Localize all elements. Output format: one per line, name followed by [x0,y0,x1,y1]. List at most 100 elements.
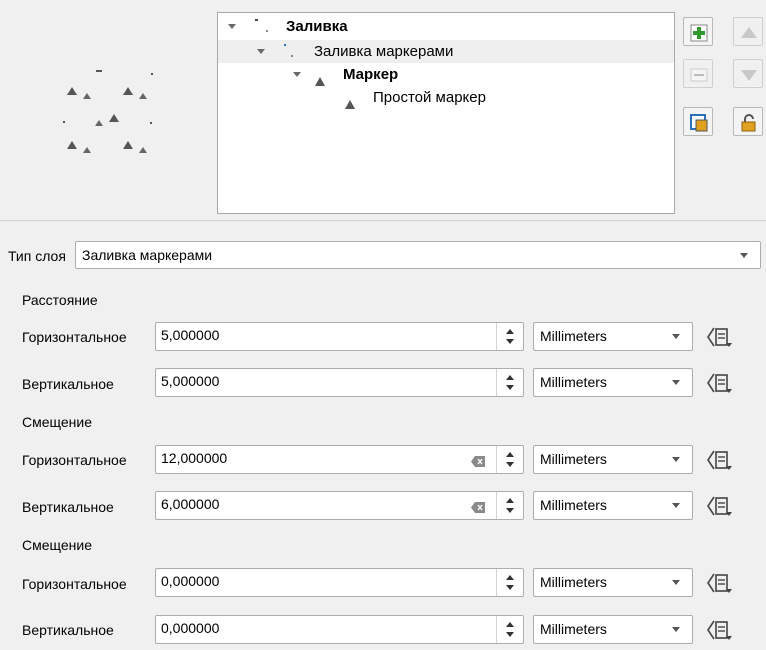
chevron-down-icon [672,380,680,385]
offset-y-label: Вертикальное [22,622,114,638]
displacement-y-label: Вертикальное [22,499,114,515]
spin-arrows-icon[interactable] [505,329,515,345]
marker-triangle [67,87,77,95]
tree-item-label: Простой маркер [373,89,486,106]
clear-icon[interactable] [471,454,485,467]
offset-x-input[interactable] [161,573,451,589]
data-defined-override-button[interactable] [706,618,734,642]
tree-item-marker[interactable]: Маркер [218,63,674,86]
duplicate-layer-button[interactable] [683,107,713,136]
data-defined-icon [706,496,734,522]
chevron-down-icon[interactable] [257,49,265,54]
tree-item-label: Заливка [286,18,348,35]
lock-layer-button[interactable] [733,107,763,136]
symbol-layer-tree[interactable]: Заливка Заливка маркерами Маркер Простой… [217,12,675,214]
layer-type-value: Заливка маркерами [82,247,213,263]
tree-item-label: Заливка маркерами [314,43,454,60]
marker-triangle [95,120,103,126]
spin-arrows-icon[interactable] [505,452,515,468]
layer-type-label: Тип слоя [8,248,66,264]
tree-item-fill[interactable]: Заливка [218,15,674,38]
displacement-y-spinbox[interactable] [155,491,524,520]
data-defined-override-button[interactable] [706,371,734,395]
marker-triangle [83,147,91,153]
triangle-marker-icon [345,93,355,116]
marker-triangle [123,141,133,149]
offset-y-spinbox[interactable] [155,615,524,644]
data-defined-override-button[interactable] [706,571,734,595]
tree-item-label: Маркер [343,66,399,83]
marker-triangle [109,114,119,122]
marker-triangle [139,93,147,99]
unit-value: Millimeters [540,374,607,390]
symbol-preview [0,0,215,215]
data-defined-icon [706,620,734,646]
marker-triangle [123,87,133,95]
marker-fragment [63,121,65,123]
unit-value: Millimeters [540,497,607,513]
spin-arrows-icon[interactable] [505,498,515,514]
offset-x-label: Горизонтальное [22,576,127,592]
displacement-x-unit-combo[interactable]: Millimeters [533,445,693,474]
data-defined-icon [706,573,734,599]
unit-value: Millimeters [540,621,607,637]
data-defined-icon [706,373,734,399]
section-distance-heading: Расстояние [22,292,98,308]
unit-value: Millimeters [540,574,607,590]
spin-separator [496,369,497,396]
distance-x-label: Горизонтальное [22,329,127,345]
chevron-down-icon [672,503,680,508]
marker-fragment [151,73,153,75]
chevron-down-icon [672,580,680,585]
distance-y-label: Вертикальное [22,376,114,392]
remove-layer-button[interactable] [683,59,713,88]
chevron-down-icon [740,253,748,258]
data-defined-icon [706,327,734,353]
move-up-button[interactable] [733,17,763,46]
unit-value: Millimeters [540,328,607,344]
distance-y-spinbox[interactable] [155,368,524,397]
spin-arrows-icon[interactable] [505,375,515,391]
spin-separator [496,446,497,473]
distance-y-input[interactable] [161,373,451,389]
chevron-down-icon [672,457,680,462]
spin-separator [496,569,497,596]
distance-x-input[interactable] [161,327,451,343]
divider [0,220,766,221]
spin-separator [496,616,497,643]
distance-y-unit-combo[interactable]: Millimeters [533,368,693,397]
section-displacement-heading: Смещение [22,414,93,430]
data-defined-override-button[interactable] [706,494,734,518]
distance-x-unit-combo[interactable]: Millimeters [533,322,693,351]
tree-item-simple-marker[interactable]: Простой маркер [218,86,674,109]
marker-triangle [67,141,77,149]
spin-separator [496,323,497,350]
marker-fragment [96,70,102,72]
clear-icon[interactable] [471,500,485,513]
offset-x-spinbox[interactable] [155,568,524,597]
layer-type-combo[interactable]: Заливка маркерами [75,241,761,269]
displacement-x-input[interactable] [161,450,451,466]
marker-triangle [139,147,147,153]
displacement-y-input[interactable] [161,496,451,512]
spin-arrows-icon[interactable] [505,622,515,638]
chevron-down-icon [672,627,680,632]
displacement-x-label: Горизонтальное [22,452,127,468]
tree-item-marker-fill[interactable]: Заливка маркерами [218,40,674,63]
spin-separator [496,492,497,519]
data-defined-override-button[interactable] [706,325,734,349]
offset-y-input[interactable] [161,620,451,636]
offset-x-unit-combo[interactable]: Millimeters [533,568,693,597]
marker-fragment [150,122,152,124]
chevron-down-icon[interactable] [293,72,301,77]
move-down-button[interactable] [733,59,763,88]
offset-y-unit-combo[interactable]: Millimeters [533,615,693,644]
displacement-y-unit-combo[interactable]: Millimeters [533,491,693,520]
spin-arrows-icon[interactable] [505,575,515,591]
distance-x-spinbox[interactable] [155,322,524,351]
displacement-x-spinbox[interactable] [155,445,524,474]
add-layer-button[interactable] [683,17,713,46]
marker-triangle [83,93,91,99]
data-defined-override-button[interactable] [706,448,734,472]
chevron-down-icon[interactable] [228,24,236,29]
